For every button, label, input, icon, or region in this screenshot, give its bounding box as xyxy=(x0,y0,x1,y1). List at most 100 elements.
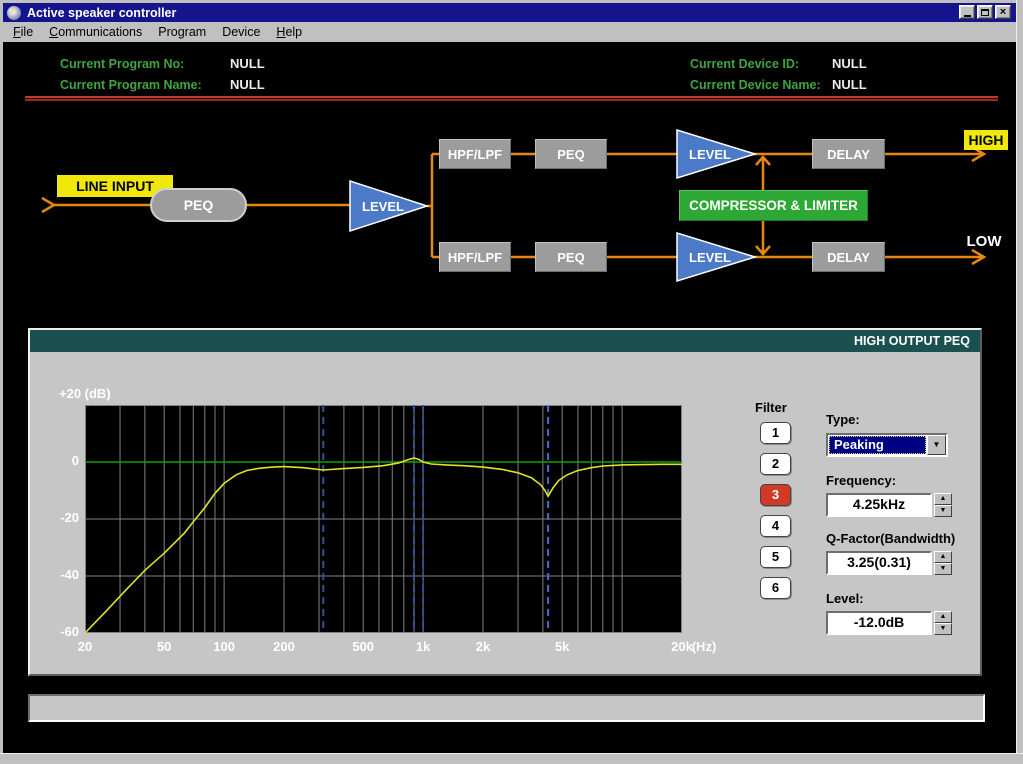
chevron-down-icon: ▼ xyxy=(933,440,941,449)
program-no-label: Current Program No: xyxy=(60,57,184,71)
device-id-value: NULL xyxy=(832,56,867,71)
frequency-label: Frequency: xyxy=(826,473,896,488)
menu-item-file[interactable]: File xyxy=(5,23,41,41)
x-tick-label: 20k xyxy=(671,639,693,654)
peq-block-low[interactable]: PEQ xyxy=(535,242,607,272)
q-factor-field[interactable]: 3.25(0.31) xyxy=(826,551,932,575)
q-factor-spinner: ▲ ▼ xyxy=(934,551,952,575)
x-tick-label: 1k xyxy=(416,639,430,654)
spin-down-icon: ▼ xyxy=(940,565,947,572)
response-curve xyxy=(85,458,682,633)
spin-down-button[interactable]: ▼ xyxy=(934,563,952,575)
hpf-lpf-block-high[interactable]: HPF/LPF xyxy=(439,139,511,169)
spin-up-button[interactable]: ▲ xyxy=(934,611,952,623)
type-dropdown[interactable]: Peaking ▼ xyxy=(826,433,948,457)
x-tick-label: 20 xyxy=(78,639,92,654)
compressor-limiter-block[interactable]: COMPRESSOR & LIMITER xyxy=(679,190,868,221)
minimize-icon xyxy=(964,15,971,17)
window-title: Active speaker controller xyxy=(27,6,176,20)
eq-plot xyxy=(85,405,682,633)
minimize-button[interactable] xyxy=(959,5,975,19)
spin-down-icon: ▼ xyxy=(940,507,947,514)
window-border-right xyxy=(1016,0,1023,764)
filter-button[interactable]: 1 xyxy=(760,422,791,444)
peq-panel: HIGH OUTPUT PEQ Filter 1 2 3 4 5 6 Type:… xyxy=(28,328,982,676)
spin-down-button[interactable]: ▼ xyxy=(934,623,952,635)
window-border-bottom xyxy=(0,753,1023,764)
frequency-field[interactable]: 4.25kHz xyxy=(826,493,932,517)
type-selected-value: Peaking xyxy=(829,436,926,454)
y-tick-label: -60 xyxy=(39,624,79,639)
level-main-label: LEVEL xyxy=(362,199,404,214)
program-name-label: Current Program Name: xyxy=(60,78,202,92)
y-axis-top-label: +20 (dB) xyxy=(59,386,111,401)
menu-item-program[interactable]: Program xyxy=(150,23,214,41)
menu-item-help[interactable]: Help xyxy=(268,23,310,41)
level-label: Level: xyxy=(826,591,864,606)
separator-line xyxy=(25,96,998,98)
x-unit-label: (Hz) xyxy=(692,639,717,654)
menubar: File Communications Program Device Help xyxy=(3,22,1016,43)
spin-up-icon: ▲ xyxy=(940,613,947,620)
level-amplifier-main[interactable] xyxy=(350,181,427,231)
main-peq-block[interactable]: PEQ xyxy=(150,188,247,222)
level-low-label: LEVEL xyxy=(689,250,731,265)
level-field[interactable]: -12.0dB xyxy=(826,611,932,635)
app-icon xyxy=(7,6,21,20)
spin-up-icon: ▲ xyxy=(940,495,947,502)
maximize-icon xyxy=(981,9,989,16)
spin-down-button[interactable]: ▼ xyxy=(934,505,952,517)
delay-block-low[interactable]: DELAY xyxy=(812,242,885,272)
separator-line xyxy=(25,99,998,101)
filter-label: Filter xyxy=(755,400,787,415)
hpf-lpf-block-low[interactable]: HPF/LPF xyxy=(439,242,511,272)
level-amplifier-low[interactable] xyxy=(677,233,755,281)
titlebar-buttons: × xyxy=(957,5,1011,19)
program-no-value: NULL xyxy=(230,56,265,71)
level-spinner: ▲ ▼ xyxy=(934,611,952,635)
x-tick-label: 200 xyxy=(273,639,295,654)
x-tick-label: 500 xyxy=(352,639,374,654)
program-name-value: NULL xyxy=(230,77,265,92)
spin-up-icon: ▲ xyxy=(940,553,947,560)
level-high-label: LEVEL xyxy=(689,147,731,162)
low-output-label: LOW xyxy=(960,230,1008,252)
dropdown-arrow-button[interactable]: ▼ xyxy=(927,435,946,455)
spin-down-icon: ▼ xyxy=(940,625,947,632)
y-tick-label: -20 xyxy=(39,510,79,525)
titlebar[interactable]: Active speaker controller × xyxy=(3,3,1016,22)
window-border-left xyxy=(0,0,3,764)
y-tick-label: 0 xyxy=(39,453,79,468)
q-factor-label: Q-Factor(Bandwidth) xyxy=(826,531,955,546)
peq-block-high[interactable]: PEQ xyxy=(535,139,607,169)
filter-button[interactable]: 3 xyxy=(760,484,791,506)
filter-button[interactable]: 6 xyxy=(760,577,791,599)
spin-up-button[interactable]: ▲ xyxy=(934,493,952,505)
close-button[interactable]: × xyxy=(995,5,1011,19)
filter-button[interactable]: 5 xyxy=(760,546,791,568)
maximize-button[interactable] xyxy=(977,5,993,19)
filter-button[interactable]: 4 xyxy=(760,515,791,537)
type-label: Type: xyxy=(826,412,860,427)
y-tick-label: -40 xyxy=(39,567,79,582)
spin-up-button[interactable]: ▲ xyxy=(934,551,952,563)
panel-title: HIGH OUTPUT PEQ xyxy=(30,330,980,352)
menu-item-device[interactable]: Device xyxy=(214,23,268,41)
chart-svg xyxy=(85,405,682,633)
x-tick-label: 5k xyxy=(555,639,569,654)
frequency-spinner: ▲ ▼ xyxy=(934,493,952,517)
close-icon: × xyxy=(1000,7,1006,18)
device-name-value: NULL xyxy=(832,77,867,92)
compressor-down-arrow-icon xyxy=(756,219,770,254)
x-tick-label: 100 xyxy=(213,639,235,654)
device-name-label: Current Device Name: xyxy=(690,78,821,92)
x-tick-label: 2k xyxy=(476,639,490,654)
device-id-label: Current Device ID: xyxy=(690,57,799,71)
input-arrow-icon xyxy=(42,198,54,212)
menu-item-communications[interactable]: Communications xyxy=(41,23,150,41)
filter-button[interactable]: 2 xyxy=(760,453,791,475)
delay-block-high[interactable]: DELAY xyxy=(812,139,885,169)
compressor-up-arrow-icon xyxy=(756,157,770,191)
app-window: Active speaker controller × File Communi… xyxy=(0,0,1023,764)
level-amplifier-high[interactable] xyxy=(677,130,755,178)
